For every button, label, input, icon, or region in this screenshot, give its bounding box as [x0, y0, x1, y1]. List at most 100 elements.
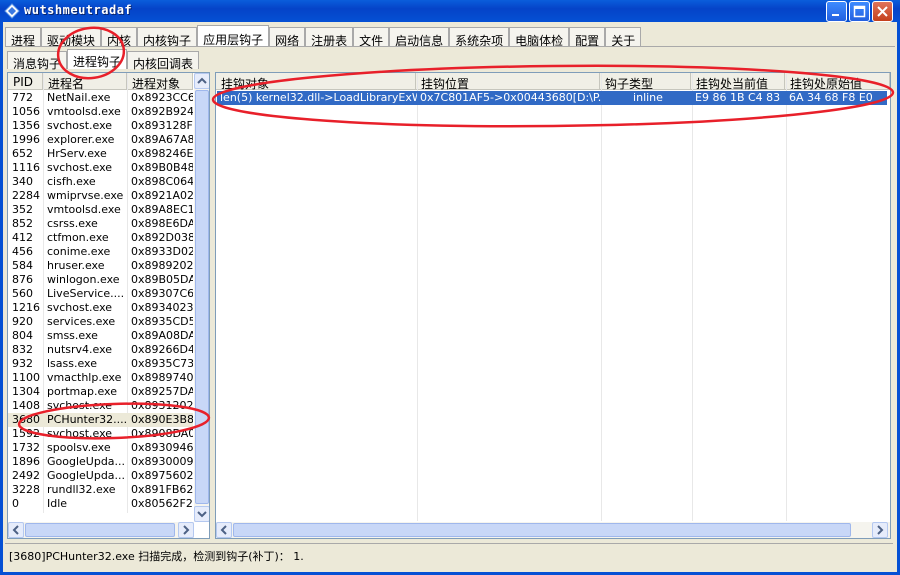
- process-row[interactable]: 560 LiveService.... 0x89307C68: [8, 287, 193, 301]
- pid-cell: 456: [12, 245, 33, 258]
- hook-row[interactable]: len(5) kernel32.dll->LoadLibraryExW 0x7C…: [217, 91, 887, 105]
- process-row[interactable]: 352 vmtoolsd.exe 0x89A8EC10: [8, 203, 193, 217]
- process-row[interactable]: 832 nutsrv4.exe 0x89266D48: [8, 343, 193, 357]
- process-row[interactable]: 852 csrss.exe 0x898E6DA0: [8, 217, 193, 231]
- process-name-cell: explorer.exe: [47, 133, 115, 146]
- tab-driver-modules[interactable]: 驱动模块: [41, 27, 102, 48]
- col-process-name[interactable]: 进程名: [43, 73, 127, 90]
- process-row[interactable]: 1056 vmtoolsd.exe 0x892B9248: [8, 105, 193, 119]
- col-hook-location[interactable]: 挂钩位置: [416, 73, 600, 90]
- process-row[interactable]: 412 ctfmon.exe 0x892D0388: [8, 231, 193, 245]
- pid-cell: 1592: [12, 427, 40, 440]
- process-row[interactable]: 932 lsass.exe 0x8935C730: [8, 357, 193, 371]
- maximize-button[interactable]: [849, 1, 870, 22]
- process-name-cell: csrss.exe: [47, 217, 98, 230]
- process-row[interactable]: 1216 svchost.exe 0x89340238: [8, 301, 193, 315]
- scroll-down-button[interactable]: [194, 506, 209, 522]
- process-list-header: PID 进程名 进程对象: [8, 73, 193, 90]
- subtab-process-hooks[interactable]: 进程钩子: [67, 49, 128, 69]
- col-pid[interactable]: PID: [8, 73, 43, 90]
- process-row[interactable]: 0 Idle 0x80562F20: [8, 497, 193, 511]
- process-row[interactable]: 584 hruser.exe 0x89892020: [8, 259, 193, 273]
- tab-about[interactable]: 关于: [605, 27, 642, 48]
- tab-kernel-hooks[interactable]: 内核钩子: [137, 27, 198, 48]
- status-bar: [3680]PCHunter32.exe 扫描完成，检测到钩子(补丁)： 1.: [5, 543, 893, 563]
- tab-system-misc[interactable]: 系统杂项: [449, 27, 510, 48]
- process-name-cell: rundll32.exe: [47, 483, 116, 496]
- hook-table-hscroll[interactable]: [216, 522, 890, 538]
- process-row[interactable]: 876 winlogon.exe 0x89B05DA0: [8, 273, 193, 287]
- scroll-thumb[interactable]: [233, 523, 851, 537]
- tab-process[interactable]: 进程: [5, 27, 42, 48]
- scroll-left-button[interactable]: [216, 522, 232, 538]
- process-row[interactable]: 920 services.exe 0x8935CD50: [8, 315, 193, 329]
- scroll-right-button[interactable]: [872, 522, 888, 538]
- tab-registry[interactable]: 注册表: [305, 27, 354, 48]
- tab-kernel[interactable]: 内核: [101, 27, 138, 48]
- process-row[interactable]: 1592 svchost.exe 0x8908DA08: [8, 427, 193, 441]
- process-name-cell: svchost.exe: [47, 301, 113, 314]
- col-hook-type[interactable]: 钩子类型: [600, 73, 691, 90]
- process-row[interactable]: 1356 svchost.exe 0x893128F8: [8, 119, 193, 133]
- pid-cell: 876: [12, 273, 33, 286]
- process-row[interactable]: 2284 wmiprvse.exe 0x8921A020: [8, 189, 193, 203]
- pid-cell: 1216: [12, 301, 40, 314]
- process-list-hscroll[interactable]: [8, 522, 194, 538]
- process-row[interactable]: 1996 explorer.exe 0x89A67A88: [8, 133, 193, 147]
- close-button[interactable]: [872, 1, 893, 22]
- process-row[interactable]: 804 smss.exe 0x89A08DA0: [8, 329, 193, 343]
- process-row[interactable]: 1116 svchost.exe 0x89B0B488: [8, 161, 193, 175]
- scroll-right-button[interactable]: [178, 522, 194, 538]
- col-original-value[interactable]: 挂钩处原始值: [785, 73, 890, 90]
- process-object-cell: 0x89340238: [131, 301, 193, 314]
- pid-cell: 1304: [12, 385, 40, 398]
- process-row[interactable]: 1732 spoolsv.exe 0x89309468: [8, 441, 193, 455]
- process-object-cell: 0x89300090: [131, 455, 193, 468]
- process-object-cell: 0x89307C68: [131, 287, 193, 300]
- process-row[interactable]: 1100 vmacthlp.exe 0x89897400: [8, 371, 193, 385]
- process-object-cell: 0x892B9248: [131, 105, 193, 118]
- pid-cell: 1408: [12, 399, 40, 412]
- process-object-cell: 0x89A67A88: [131, 133, 193, 146]
- process-row[interactable]: 3228 rundll32.exe 0x891FB620: [8, 483, 193, 497]
- process-row[interactable]: 772 NetNail.exe 0x8923CC68: [8, 91, 193, 105]
- process-row[interactable]: 456 conime.exe 0x8933D020: [8, 245, 193, 259]
- process-name-cell: lsass.exe: [47, 357, 97, 370]
- col-current-value[interactable]: 挂钩处当前值: [691, 73, 785, 90]
- tab-network[interactable]: 网络: [269, 27, 306, 48]
- scroll-left-button[interactable]: [8, 522, 24, 538]
- process-row[interactable]: 340 cisfh.exe 0x898C0648: [8, 175, 193, 189]
- tab-files[interactable]: 文件: [353, 27, 390, 48]
- process-row[interactable]: 1896 GoogleUpda... 0x89300090: [8, 455, 193, 469]
- chevron-left-icon: [220, 525, 227, 535]
- subtab-message-hooks[interactable]: 消息钩子: [7, 51, 68, 71]
- pid-cell: 412: [12, 231, 33, 244]
- process-object-cell: 0x89756020: [131, 469, 193, 482]
- process-row[interactable]: 1304 portmap.exe 0x89257DA0: [8, 385, 193, 399]
- scroll-up-button[interactable]: [194, 73, 209, 89]
- tab-app-layer-hooks[interactable]: 应用层钩子: [197, 25, 270, 47]
- subtab-kernel-callback-table[interactable]: 内核回调表: [127, 51, 200, 71]
- scroll-thumb[interactable]: [195, 90, 209, 504]
- process-name-cell: HrServ.exe: [47, 147, 107, 160]
- process-object-cell: 0x8933D020: [131, 245, 193, 258]
- col-hook-object[interactable]: 挂钩对象: [216, 73, 416, 90]
- chevron-right-icon: [183, 525, 190, 535]
- pid-cell: 2284: [12, 189, 40, 202]
- minimize-button[interactable]: [826, 1, 847, 22]
- tab-settings[interactable]: 配置: [569, 27, 606, 48]
- pid-cell: 560: [12, 287, 33, 300]
- process-row[interactable]: 652 HrServ.exe 0x898246E8: [8, 147, 193, 161]
- process-row[interactable]: 3680 PCHunter32.... 0x890E3B88: [8, 413, 193, 427]
- process-row[interactable]: 1408 svchost.exe 0x89312020: [8, 399, 193, 413]
- tab-pc-checkup[interactable]: 电脑体检: [509, 27, 570, 48]
- process-list-vscroll[interactable]: [194, 73, 209, 522]
- col-process-object[interactable]: 进程对象: [127, 73, 193, 90]
- tab-startup-info[interactable]: 启动信息: [389, 27, 450, 48]
- scroll-thumb[interactable]: [25, 523, 175, 537]
- process-name-cell: Idle: [47, 497, 68, 510]
- process-row[interactable]: 2492 GoogleUpda... 0x89756020: [8, 469, 193, 483]
- process-object-cell: 0x89312020: [131, 399, 193, 412]
- process-object-cell: 0x8923CC68: [131, 91, 193, 104]
- hook-original-value-cell: 6A 34 68 F8 E0: [789, 91, 873, 104]
